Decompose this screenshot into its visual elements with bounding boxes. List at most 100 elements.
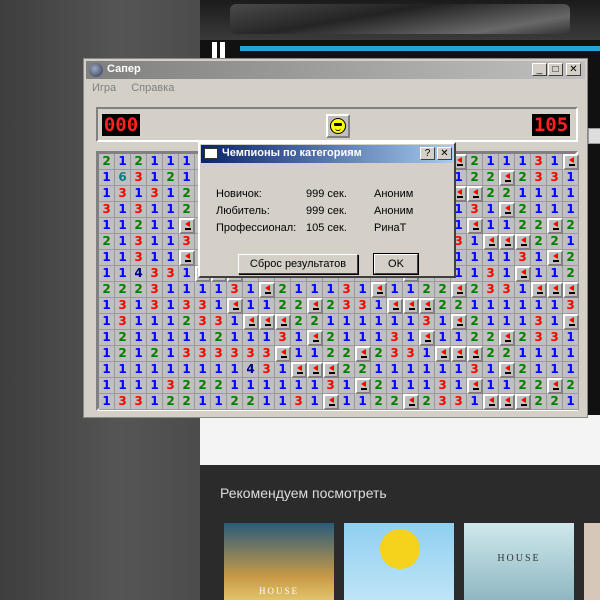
mine-cell[interactable]: 1 — [99, 186, 115, 202]
mine-cell[interactable]: 1 — [179, 154, 195, 170]
flag-icon[interactable] — [483, 234, 499, 250]
mine-cell[interactable]: 1 — [275, 362, 291, 378]
mine-cell[interactable]: 3 — [563, 298, 579, 314]
mine-cell[interactable]: 1 — [387, 362, 403, 378]
mine-cell[interactable]: 3 — [131, 394, 147, 410]
mine-cell[interactable]: 1 — [387, 314, 403, 330]
flag-icon[interactable] — [259, 314, 275, 330]
mine-cell[interactable]: 1 — [275, 378, 291, 394]
mine-cell[interactable]: 1 — [147, 218, 163, 234]
mine-cell[interactable]: 2 — [179, 186, 195, 202]
mine-cell[interactable]: 1 — [467, 266, 483, 282]
mine-cell[interactable]: 3 — [499, 282, 515, 298]
mine-cell[interactable]: 1 — [435, 314, 451, 330]
mine-cell[interactable]: 1 — [115, 202, 131, 218]
mine-cell[interactable]: 3 — [467, 362, 483, 378]
mine-cell[interactable]: 3 — [115, 186, 131, 202]
mine-cell[interactable]: 1 — [227, 362, 243, 378]
mine-cell[interactable]: 1 — [99, 378, 115, 394]
mine-cell[interactable]: 2 — [467, 170, 483, 186]
mine-cell[interactable]: 4 — [243, 362, 259, 378]
mine-cell[interactable]: 2 — [243, 394, 259, 410]
mine-cell[interactable]: 2 — [355, 362, 371, 378]
mine-cell[interactable]: 1 — [531, 266, 547, 282]
flag-icon[interactable] — [291, 362, 307, 378]
mine-cell[interactable]: 1 — [115, 218, 131, 234]
mine-cell[interactable]: 1 — [115, 378, 131, 394]
thumbnail-partial[interactable] — [584, 523, 600, 600]
flag-icon[interactable] — [467, 346, 483, 362]
mine-cell[interactable]: 1 — [99, 170, 115, 186]
mine-cell[interactable]: 1 — [563, 394, 579, 410]
mine-cell[interactable]: 2 — [99, 282, 115, 298]
mine-cell[interactable]: 1 — [515, 186, 531, 202]
mine-cell[interactable]: 1 — [99, 362, 115, 378]
flag-icon[interactable] — [499, 170, 515, 186]
flag-icon[interactable] — [515, 234, 531, 250]
mine-cell[interactable]: 1 — [387, 282, 403, 298]
mine-cell[interactable]: 4 — [131, 266, 147, 282]
mine-cell[interactable]: 1 — [131, 186, 147, 202]
mine-cell[interactable]: 1 — [563, 346, 579, 362]
mine-cell[interactable]: 1 — [531, 202, 547, 218]
mine-cell[interactable]: 2 — [99, 154, 115, 170]
mine-cell[interactable]: 3 — [131, 202, 147, 218]
mine-cell[interactable]: 1 — [227, 314, 243, 330]
mine-cell[interactable]: 1 — [147, 250, 163, 266]
reset-results-button[interactable]: Сброс результатов — [238, 254, 358, 274]
mine-cell[interactable]: 2 — [291, 298, 307, 314]
mine-cell[interactable]: 1 — [147, 378, 163, 394]
mine-cell[interactable]: 2 — [483, 346, 499, 362]
flag-icon[interactable] — [307, 298, 323, 314]
flag-icon[interactable] — [499, 234, 515, 250]
mine-cell[interactable]: 1 — [531, 298, 547, 314]
mine-cell[interactable]: 2 — [195, 378, 211, 394]
mine-cell[interactable]: 3 — [179, 234, 195, 250]
mine-cell[interactable]: 2 — [339, 362, 355, 378]
dialog-titlebar[interactable]: Чемпионы по категориям ? ✕ — [201, 145, 453, 163]
mine-cell[interactable]: 1 — [99, 218, 115, 234]
flag-icon[interactable] — [435, 346, 451, 362]
mine-cell[interactable]: 1 — [467, 234, 483, 250]
mine-cell[interactable]: 3 — [419, 314, 435, 330]
flag-icon[interactable] — [563, 314, 579, 330]
mine-cell[interactable]: 2 — [515, 202, 531, 218]
flag-icon[interactable] — [563, 154, 579, 170]
mine-cell[interactable]: 1 — [467, 250, 483, 266]
mine-cell[interactable]: 2 — [115, 346, 131, 362]
mine-cell[interactable]: 1 — [451, 330, 467, 346]
mine-cell[interactable]: 1 — [419, 362, 435, 378]
mine-cell[interactable]: 3 — [259, 346, 275, 362]
mine-cell[interactable]: 3 — [147, 298, 163, 314]
mine-cell[interactable]: 1 — [515, 298, 531, 314]
mine-cell[interactable]: 3 — [451, 394, 467, 410]
mine-cell[interactable]: 2 — [467, 154, 483, 170]
mine-cell[interactable]: 1 — [291, 378, 307, 394]
mine-cell[interactable]: 3 — [115, 298, 131, 314]
flag-icon[interactable] — [547, 282, 563, 298]
mine-cell[interactable]: 1 — [563, 186, 579, 202]
flag-icon[interactable] — [499, 202, 515, 218]
mine-cell[interactable]: 2 — [339, 346, 355, 362]
mine-cell[interactable]: 3 — [531, 314, 547, 330]
mine-cell[interactable]: 1 — [227, 330, 243, 346]
mine-cell[interactable]: 2 — [115, 330, 131, 346]
mine-cell[interactable]: 2 — [371, 394, 387, 410]
mine-cell[interactable]: 1 — [547, 314, 563, 330]
mine-cell[interactable]: 1 — [547, 186, 563, 202]
mine-cell[interactable]: 2 — [563, 218, 579, 234]
flag-icon[interactable] — [467, 378, 483, 394]
mine-cell[interactable]: 1 — [243, 298, 259, 314]
mine-cell[interactable]: 2 — [515, 378, 531, 394]
mine-cell[interactable]: 1 — [355, 282, 371, 298]
mine-cell[interactable]: 1 — [211, 362, 227, 378]
mine-cell[interactable]: 1 — [115, 266, 131, 282]
mine-cell[interactable]: 1 — [499, 378, 515, 394]
mine-cell[interactable]: 3 — [483, 266, 499, 282]
mine-cell[interactable]: 3 — [243, 346, 259, 362]
mine-cell[interactable]: 1 — [499, 298, 515, 314]
mine-cell[interactable]: 3 — [211, 314, 227, 330]
mine-cell[interactable]: 2 — [291, 314, 307, 330]
mine-cell[interactable]: 1 — [483, 202, 499, 218]
flag-icon[interactable] — [531, 282, 547, 298]
